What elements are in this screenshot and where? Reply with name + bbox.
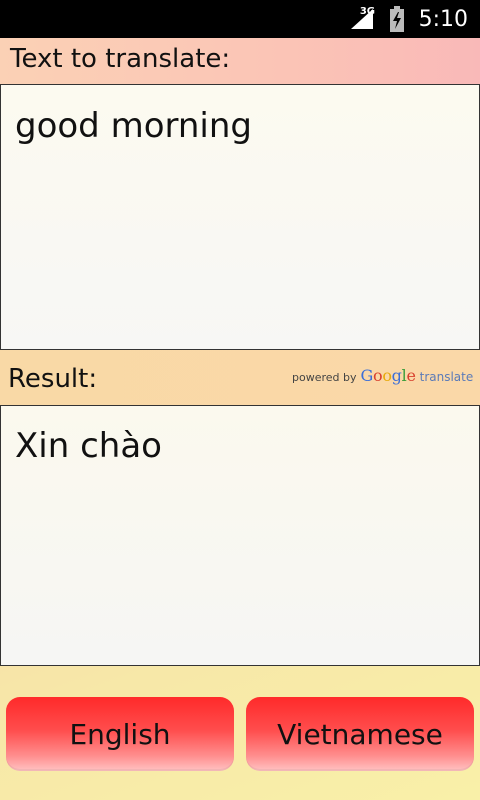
signal-icon <box>350 9 373 29</box>
google-letter: e <box>406 366 416 385</box>
result-text-value: Xin chào <box>15 426 162 466</box>
google-letter: G <box>360 366 374 385</box>
powered-by-google-translate: powered by Google translate <box>292 366 473 385</box>
powered-by-label: powered by <box>292 371 357 384</box>
target-language-label: Vietnamese <box>277 717 443 751</box>
translate-word: translate <box>419 370 474 384</box>
target-language-button[interactable]: Vietnamese <box>246 697 474 771</box>
translate-label: Text to translate: <box>10 44 231 74</box>
status-icons: 5:10 <box>349 0 468 38</box>
google-letter: o <box>372 366 383 385</box>
google-letter: g <box>391 366 402 385</box>
battery-charging-icon <box>389 6 404 32</box>
result-label: Result: <box>8 364 98 394</box>
status-bar: 3G 5:10 <box>0 0 480 38</box>
source-text-value[interactable]: good morning <box>15 106 252 146</box>
google-letter: o <box>382 366 392 385</box>
source-language-label: English <box>69 717 171 751</box>
google-logo: Google <box>361 366 416 385</box>
source-language-button[interactable]: English <box>6 697 234 771</box>
clock: 5:10 <box>418 6 468 32</box>
